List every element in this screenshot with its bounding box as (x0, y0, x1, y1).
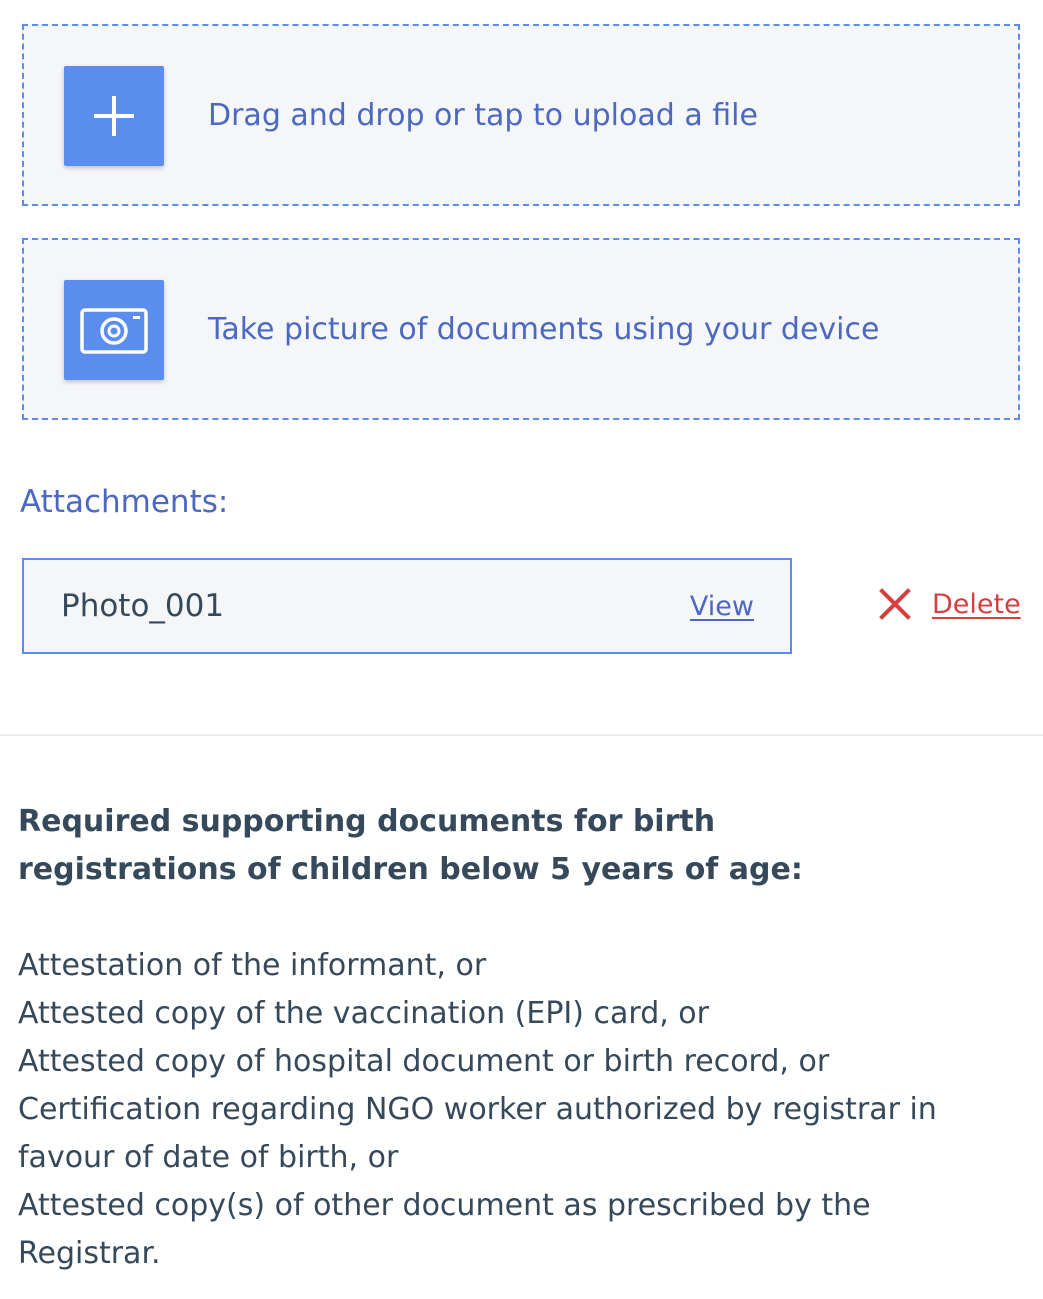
file-upload-label[interactable]: Drag and drop or tap to upload a file (208, 26, 758, 204)
requirement-item: Attested copy of the vaccination (EPI) c… (18, 996, 709, 1031)
attachment-file-name: Photo_001 (61, 588, 225, 624)
camera-capture-label[interactable]: Take picture of documents using your dev… (208, 240, 879, 418)
requirements-list: Attestation of the informant, or Atteste… (18, 942, 978, 1278)
attachments-label: Attachments: (20, 484, 229, 520)
delete-attachment-label[interactable]: Delete (932, 589, 1021, 620)
plus-icon[interactable] (64, 66, 164, 166)
requirement-item: Certification regarding NGO worker autho… (18, 1092, 937, 1175)
requirement-item: Attestation of the informant, or (18, 948, 487, 983)
requirement-item: Attested copy of hospital document or bi… (18, 1044, 830, 1079)
requirement-item: Attested copy(s) of other document as pr… (18, 1188, 871, 1271)
section-divider (0, 734, 1043, 736)
camera-capture-dropzone[interactable]: Take picture of documents using your dev… (22, 238, 1020, 420)
view-attachment-link[interactable]: View (690, 560, 754, 652)
close-icon[interactable] (878, 587, 912, 621)
requirements-heading: Required supporting documents for birth … (18, 804, 803, 887)
camera-icon[interactable] (64, 280, 164, 380)
attachment-item: Photo_001 View (22, 558, 792, 654)
delete-attachment-button[interactable]: Delete (878, 582, 1021, 626)
file-upload-dropzone[interactable]: Drag and drop or tap to upload a file (22, 24, 1020, 206)
